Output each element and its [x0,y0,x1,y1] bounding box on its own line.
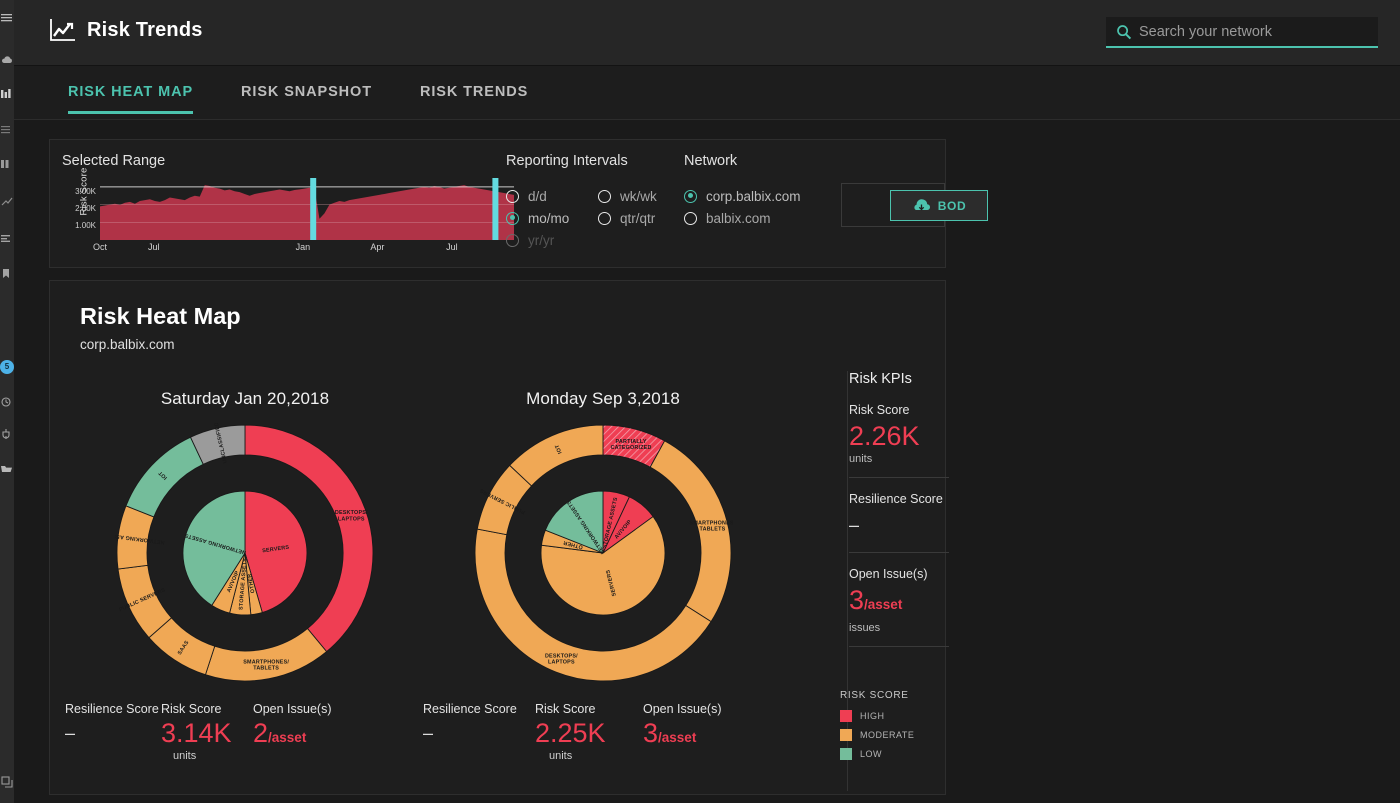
plug-icon[interactable] [1,428,13,440]
range-xtick-1: Oct [92,242,108,252]
network-group: Network corp.balbix.com balbix.com [684,153,801,229]
legend-swatch-moderate [840,728,852,741]
radio-indicator [684,211,697,225]
legend-title: RISK SCORE [840,690,909,701]
radio-indicator [506,189,519,203]
stat-open-issues-a: Open Issue(s) 2/asset [253,702,332,748]
radio-indicator [506,211,519,225]
bod-button[interactable]: BOD [890,190,988,221]
chart-column-b: Monday Sep 3,2018 PARTIALLY CATEGORIZED SM… [423,389,783,683]
stat-resilience-score-a: Resilience Score – [65,702,159,743]
cloud-download-icon [912,198,931,213]
left-nav-rail: 5 [0,0,14,803]
legend-swatch-low [840,747,852,760]
tab-risk-trends[interactable]: RISK TRENDS [420,84,556,114]
risk-trends-page: 5 Risk Trends Search your network RISK H… [0,0,1400,803]
reporting-intervals-group: Reporting Intervals d/d mo/mo yr/yr wk/w… [506,153,668,251]
reporting-intervals-label: Reporting Intervals [506,153,628,169]
legend-item-low: LOW [840,744,950,763]
radio-balbix-com[interactable]: balbix.com [684,207,801,229]
risk-kpis-panel: Risk KPIs Risk Score 2.26K units Resilie… [849,371,949,647]
radio-indicator [598,211,611,225]
heat-map-title: Risk Heat Map [80,303,241,329]
notification-badge[interactable]: 5 [0,360,14,374]
expand-icon[interactable] [1,776,13,788]
radio-qtr-qtr[interactable]: qtr/qtr [598,207,668,229]
donut-chart-b[interactable]: PARTIALLY CATEGORIZED SMARTPHONES/TABLETS D… [473,423,733,683]
range-xtick-3: Apr [370,242,385,252]
radio-mo-mo[interactable]: mo/mo [506,207,574,229]
heat-map-subtitle: corp.balbix.com [80,337,175,352]
search-box[interactable] [1106,17,1378,48]
trend-up-icon[interactable] [1,196,13,208]
chart-a-stats: Resilience Score – Risk Score 3.14K unit… [65,702,425,762]
risk-heat-map-panel: Risk Heat Map corp.balbix.com Saturday J… [49,280,949,795]
tab-bar: RISK HEAT MAP RISK SNAPSHOT RISK TRENDS [14,66,1400,120]
bookmark-icon[interactable] [1,268,13,280]
selected-range-panel: Selected Range Risk Score 3.00K 2.00K 1.… [49,139,988,268]
stat-risk-score-b: Risk Score 2.25K units [535,702,606,762]
kpi-resilience-score: Resilience Score – [849,478,949,553]
chart-a-date: Saturday Jan 20,2018 [160,389,330,408]
range-area-series [100,178,514,240]
risk-score-legend: RISK SCORE HIGH MODERATE LOW [840,690,950,763]
stat-risk-score-a: Risk Score 3.14K units [161,702,232,762]
legend-item-high: HIGH [840,706,950,725]
risk-kpis-title: Risk KPIs [849,371,912,387]
donut-chart-a[interactable]: DESKTOPS/LAPTOPS SMARTPHONES/TABLETS SAAS P… [115,423,375,683]
range-ytick-2k: 2.00K [75,204,96,213]
donut-segment[interactable] [204,627,328,682]
radio-wk-wk[interactable]: wk/wk [598,185,668,207]
legend-item-moderate: MODERATE [840,725,950,744]
range-xtick-2: Jan [295,242,311,252]
stat-open-issues-b: Open Issue(s) 3/asset [643,702,722,748]
trend-chart-icon [50,18,76,42]
top-bar: Risk Trends [14,0,1400,66]
radio-yr-yr: yr/yr [506,229,574,251]
selected-range-label: Selected Range [62,153,166,169]
radio-indicator [506,233,519,247]
bar-chart-icon[interactable] [1,88,13,100]
page-title: Risk Trends [87,18,203,41]
radio-corp-balbix-com[interactable]: corp.balbix.com [684,185,801,207]
donut-segment[interactable] [509,424,604,487]
radio-indicator [598,189,611,203]
range-ytick-1k: 1.00K [75,221,96,230]
clock-icon[interactable] [1,396,13,408]
chart-column-a: Saturday Jan 20,2018 DESKTOPS/LAPTOPS SMA… [65,389,425,683]
list-icon[interactable] [1,124,13,136]
chart-b-stats: Resilience Score – Risk Score 2.25K unit… [423,702,783,762]
donut-segment-label: DESKTOPS/LAPTOPS [335,510,368,522]
layers-icon[interactable] [1,232,13,244]
tab-risk-heat-map[interactable]: RISK HEAT MAP [68,84,221,114]
bod-button-label: BOD [937,198,967,213]
range-brush-chart[interactable]: Risk Score 3.00K 2.00K 1.00K Jul Oct Jan… [75,168,514,256]
grid-icon[interactable] [1,158,13,170]
kpi-risk-score: Risk Score 2.26K units [849,387,949,478]
legend-swatch-high [840,709,852,722]
range-xtick-4: Jul [446,242,458,252]
kpi-open-issues: Open Issue(s) 3/asset issues [849,553,949,647]
page-brand: Risk Trends [50,18,203,42]
folder-icon[interactable] [1,462,13,474]
cloud-icon[interactable] [1,54,13,66]
radio-d-d[interactable]: d/d [506,185,574,207]
donut-segment-label: PARTIALLY CATEGORIZED [611,439,652,451]
range-xtick-0: Jul [148,242,160,252]
chart-b-date: Monday Sep 3,2018 [526,389,680,408]
search-icon [1116,24,1132,40]
donut-segment-label: DESKTOPS/LAPTOPS [545,654,578,666]
range-ytick-3k: 3.00K [75,187,96,196]
network-label: Network [684,153,738,169]
radio-indicator [684,189,697,203]
stat-resilience-score-b: Resilience Score – [423,702,517,743]
range-x-axis: Jul Oct Jan Apr Jul [93,242,514,256]
tab-risk-snapshot[interactable]: RISK SNAPSHOT [241,84,400,114]
search-input[interactable] [1139,23,1378,40]
menu-icon[interactable] [1,12,13,24]
